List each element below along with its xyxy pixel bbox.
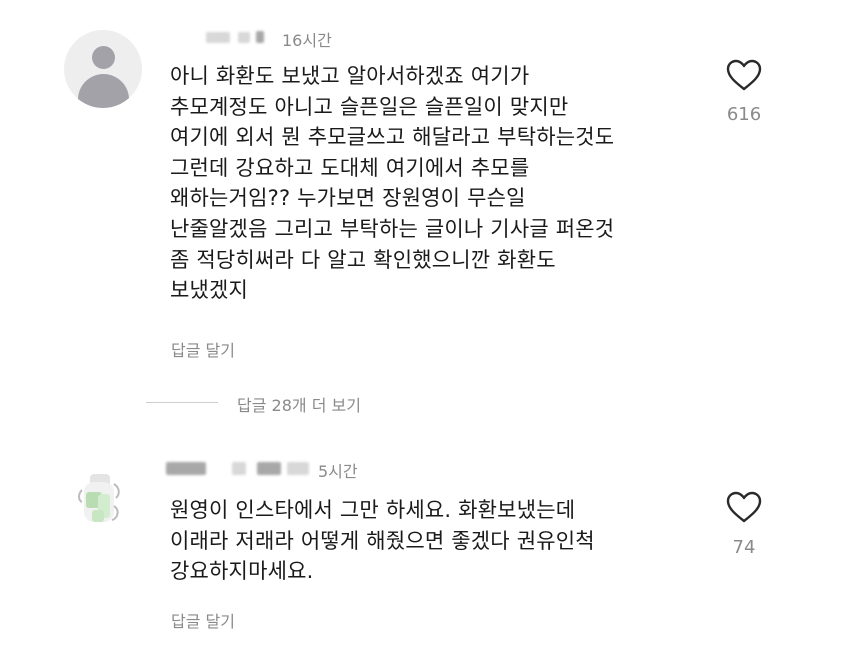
like-count: 74 [732,537,756,558]
user-silhouette-icon [92,46,115,69]
avatar-default[interactable] [64,30,142,108]
blurred-avatar-icon[interactable] [74,468,130,532]
comment-time: 16시간 [282,31,332,50]
user-silhouette-shoulders [78,74,129,108]
blurred-username[interactable] [206,32,230,43]
heart-outline-icon[interactable] [725,58,763,92]
blurred-username-part [287,462,309,475]
comment-text: 원영이 인스타에서 그만 하세요. 화환보냈는데 이래라 저래라 어떻게 해줬으… [170,498,595,584]
comment-time: 5시간 [318,462,358,481]
blurred-username-part [232,462,246,475]
comment-text: 아니 화환도 보냈고 알아서하겠죠 여기가 추모계정도 아니고 슬픈일은 슬픈일… [170,64,615,303]
view-more-replies-button[interactable]: 답글 28개 더 보기 [237,392,361,416]
blurred-username-part [238,32,250,43]
reply-button[interactable]: 답글 달기 [171,608,235,632]
blurred-username[interactable] [166,462,206,475]
reply-button[interactable]: 답글 달기 [171,337,235,361]
replies-divider [146,402,218,403]
blurred-username-part [257,462,281,475]
like-count: 616 [726,104,762,125]
blurred-username-part [256,31,264,43]
heart-outline-icon[interactable] [725,490,763,524]
